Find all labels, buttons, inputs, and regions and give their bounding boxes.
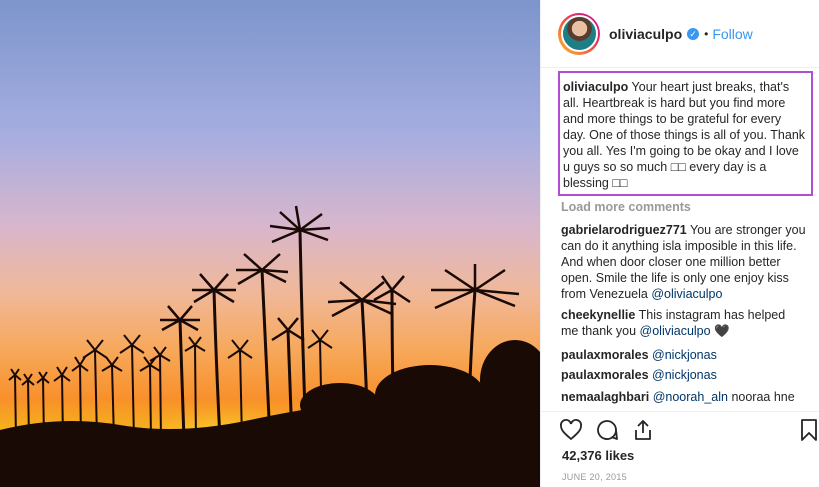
comment: nemaalaghbari @noorah_aln nooraa hne: [561, 389, 806, 405]
comment: paulaxmorales @nickjonas: [561, 367, 806, 383]
comment-mention[interactable]: @noorah_aln: [653, 390, 728, 404]
sunset-palm-trees-photo: [0, 0, 540, 487]
comment-mention[interactable]: @nickjonas: [652, 368, 717, 382]
post-photo: [0, 0, 540, 487]
comment: paulaxmorales @nickjonas: [561, 347, 806, 363]
comment-bubble-icon[interactable]: [595, 418, 619, 442]
likes-count[interactable]: 42,376 likes: [562, 448, 634, 463]
follow-button[interactable]: Follow: [712, 26, 752, 42]
comment-suffix: nooraa hne: [731, 390, 795, 404]
post-actions: 42,376 likes JUNE 20, 2015: [541, 411, 819, 487]
bookmark-icon[interactable]: [797, 418, 819, 442]
caption-text: Your heart just breaks, that's all. Hear…: [563, 80, 806, 190]
comment-username[interactable]: nemaalaghbari: [561, 390, 649, 404]
comment-username[interactable]: cheekynellie: [561, 308, 635, 322]
comment-username[interactable]: paulaxmorales: [561, 348, 649, 362]
comment-username[interactable]: gabrielarodriguez771: [561, 223, 687, 237]
comment-mention[interactable]: @oliviaculpo: [651, 287, 722, 301]
post-header: oliviaculpo ✓ • Follow: [541, 0, 819, 68]
comment-username[interactable]: paulaxmorales: [561, 368, 649, 382]
comment: gabrielarodriguez771 You are stronger yo…: [561, 222, 806, 302]
comment-suffix: 🖤: [714, 324, 730, 338]
comment-mention[interactable]: @nickjonas: [652, 348, 717, 362]
caption-username[interactable]: oliviaculpo: [563, 80, 628, 94]
header-username[interactable]: oliviaculpo: [609, 26, 682, 42]
header-separator: •: [704, 26, 709, 41]
comment: cheekynellie This instagram has helped m…: [561, 307, 806, 339]
caption: oliviaculpo Your heart just breaks, that…: [558, 71, 813, 196]
load-more-comments-button[interactable]: Load more comments: [561, 200, 691, 214]
post-date: JUNE 20, 2015: [562, 472, 627, 482]
comments-section: oliviaculpo Your heart just breaks, that…: [541, 68, 819, 411]
heart-icon[interactable]: [559, 418, 583, 442]
share-icon[interactable]: [631, 418, 655, 442]
avatar[interactable]: [558, 12, 600, 55]
avatar-image: [560, 15, 598, 52]
comment-mention[interactable]: @oliviaculpo: [640, 324, 711, 338]
post-side-panel: oliviaculpo ✓ • Follow oliviaculpo Your …: [540, 0, 819, 487]
verified-badge-icon: ✓: [687, 27, 700, 40]
